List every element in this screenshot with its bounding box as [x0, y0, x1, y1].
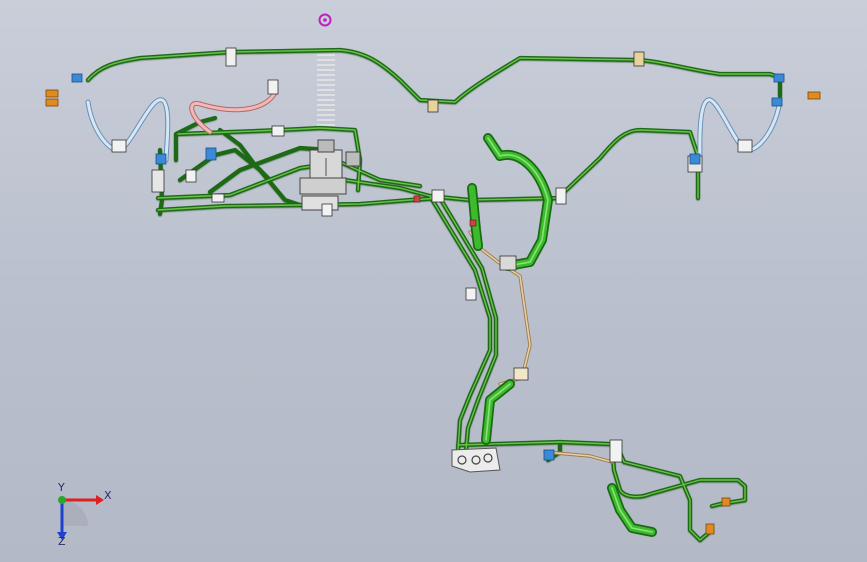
pink-flex-hose[interactable]	[189, 87, 279, 135]
coordinate-triad-icon: X Y Z	[40, 478, 120, 548]
axis-x-label: X	[104, 489, 112, 502]
brake-line-assembly-model[interactable]	[0, 0, 867, 562]
coil-spring	[317, 49, 335, 131]
axis-y-label: Y	[58, 481, 65, 494]
origin-target-icon[interactable]	[318, 13, 332, 27]
axis-z-label: Z	[58, 535, 66, 548]
cad-viewport[interactable]: X Y Z	[0, 0, 867, 562]
main-brake-tubes[interactable]	[85, 47, 785, 543]
tube-clips[interactable]	[111, 47, 753, 463]
lower-manifold-plate[interactable]	[451, 447, 501, 473]
